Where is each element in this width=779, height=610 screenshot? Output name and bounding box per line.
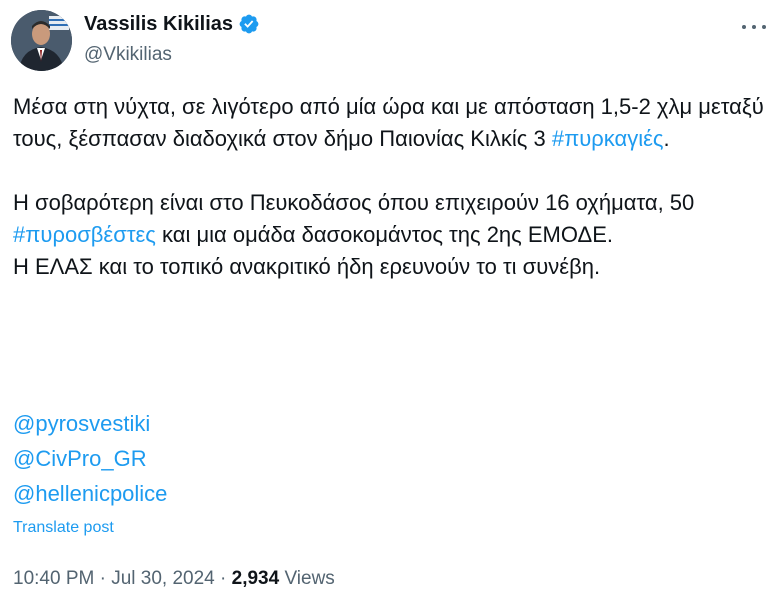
tweet-paragraph-2: Η σοβαρότερη είναι στο Πευκοδάσος όπου ε…	[13, 187, 773, 251]
tweet-paragraph-1: Μέσα στη νύχτα, σε λιγότερο από μία ώρα …	[13, 91, 773, 155]
translate-post-link[interactable]: Translate post	[13, 518, 114, 538]
tweet-card: Vassilis Kikilias @Vkikilias Μέσα στη νύ…	[0, 0, 779, 610]
mentions-list: @pyrosvestiki @CivPro_GR @hellenicpolice	[13, 406, 167, 511]
mention-link[interactable]: @hellenicpolice	[13, 476, 167, 511]
paragraph-1-end: .	[663, 126, 670, 151]
views-label: Views	[284, 568, 335, 589]
verified-badge-icon[interactable]	[238, 13, 260, 35]
paragraph-2-end: και μια ομάδα δασοκομάντος της 2ης ΕΜΟΔΕ…	[155, 222, 614, 247]
views-count: 2,934	[231, 568, 280, 589]
more-dot	[762, 25, 766, 29]
avatar[interactable]	[11, 10, 72, 71]
meta-separator: ·	[220, 568, 227, 589]
avatar-image	[11, 10, 72, 71]
more-options-icon[interactable]	[742, 17, 766, 37]
tweet-text: Μέσα στη νύχτα, σε λιγότερο από μία ώρα …	[13, 91, 773, 283]
more-dot	[752, 25, 756, 29]
author-handle[interactable]: @Vkikilias	[84, 44, 172, 66]
post-time[interactable]: 10:40 PM	[13, 568, 94, 589]
hashtag-link[interactable]: #πυρκαγιές	[552, 126, 664, 151]
author-display-name[interactable]: Vassilis Kikilias	[84, 12, 233, 36]
mention-link[interactable]: @CivPro_GR	[13, 441, 167, 476]
meta-separator: ·	[99, 568, 106, 589]
tweet-paragraph-3: Η ΕΛΑΣ και το τοπικό ανακριτικό ήδη ερευ…	[13, 254, 601, 279]
author-name-row: Vassilis Kikilias	[84, 12, 260, 36]
hashtag-link[interactable]: #πυροσβέστες	[13, 222, 156, 247]
post-date[interactable]: Jul 30, 2024	[111, 568, 215, 589]
more-dot	[742, 25, 746, 29]
mention-link[interactable]: @pyrosvestiki	[13, 406, 167, 441]
paragraph-2-text: Η σοβαρότερη είναι στο Πευκοδάσος όπου ε…	[13, 190, 695, 215]
tweet-meta: 10:40 PM · Jul 30, 2024 · 2,934 Views	[13, 567, 335, 591]
